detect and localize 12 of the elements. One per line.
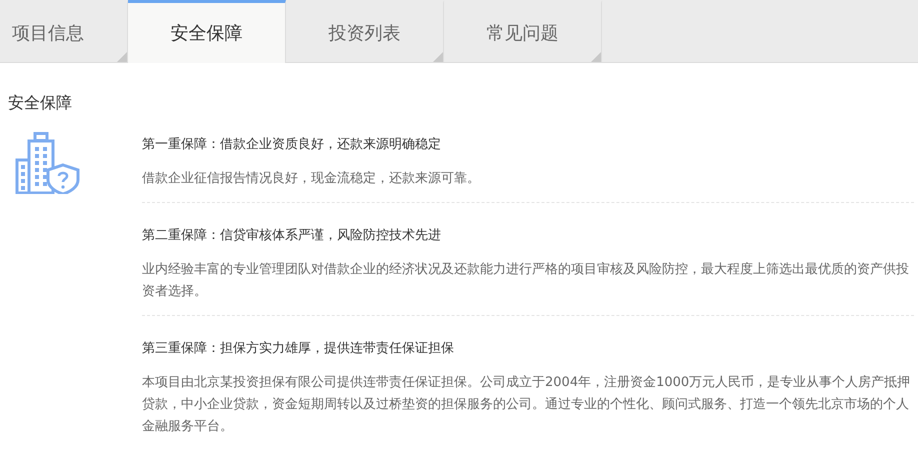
guarantee-text: 业内经验丰富的专业管理团队对借款企业的经济状况及还款能力进行严格的项目审核及风险防控，最大程度上筛选出最优质的资产供投资者选择。 [142, 261, 910, 301]
guarantee-text: 借款企业征信报告情况良好，现金流稳定，还款来源可靠。 [142, 170, 481, 188]
guarantee-text: 本项目由北京某投资担保有限公司提供连带责任保证担保。公司成立于2004年，注册资金1000万元人民币，是专业从事个人房产抵押贷款，中小企业贷款，资金短期周转以及过桥垫资的担保服务的公司。通过专业的个性化、顾问式服务、打造一个领先北京市场的个人金融服务平台。 [142, 374, 912, 436]
corner-icon [591, 52, 601, 62]
corner-icon [433, 52, 443, 62]
guarantee-title: 第三重保障：担保方实力雄厚，提供连带责任保证担保 [142, 340, 455, 358]
guarantee-title: 第二重保障：信贷审核体系严谨，风险防控技术先进 [142, 227, 442, 245]
tab[interactable]: 安全保障 [128, 0, 286, 63]
guarantee-title: 第一重保障：借款企业资质良好，还款来源明确稳定 [142, 136, 442, 154]
section-title: 安全保障 [8, 93, 73, 114]
building-shield-icon [15, 132, 81, 194]
corner-icon [117, 52, 127, 62]
